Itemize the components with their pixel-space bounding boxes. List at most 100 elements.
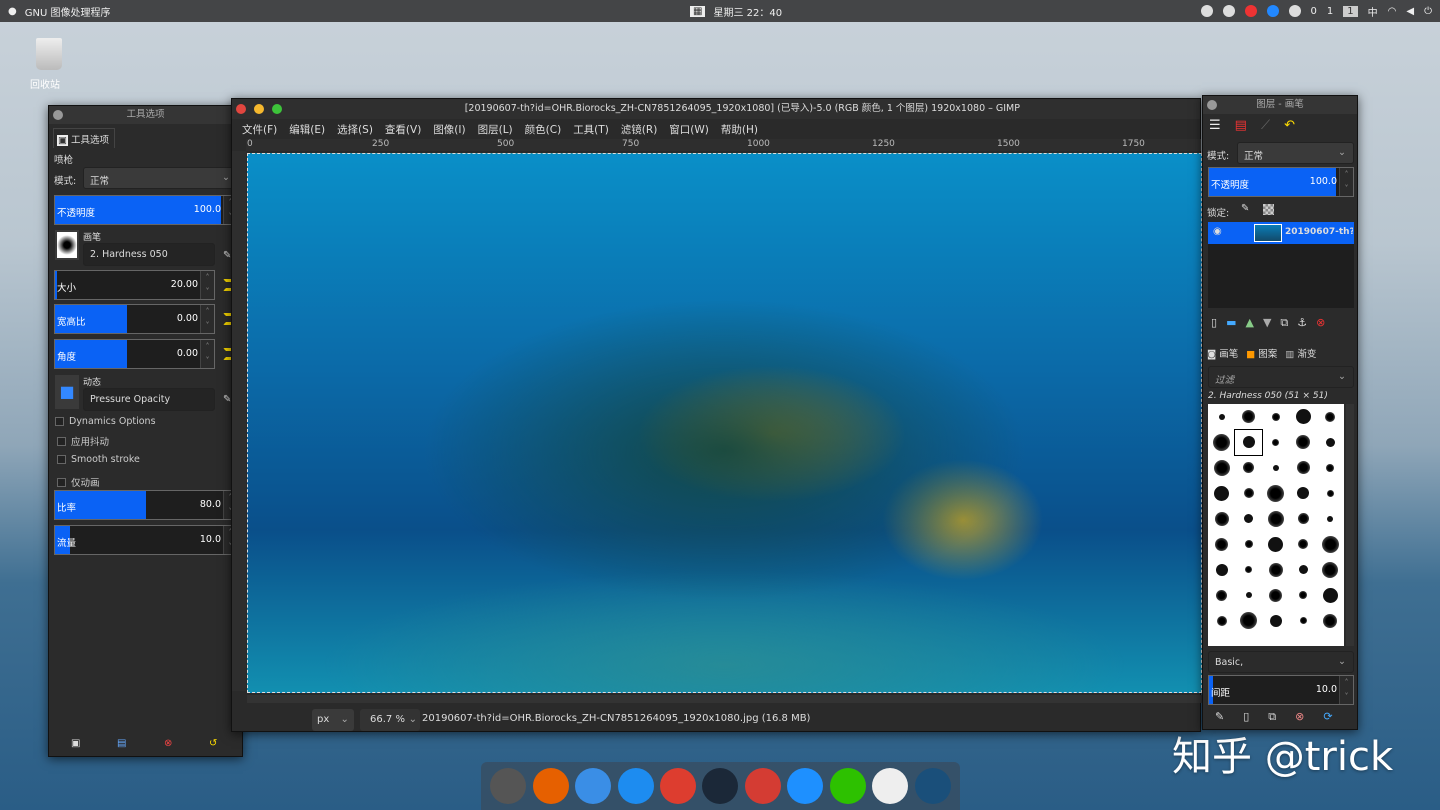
- input-method[interactable]: 中: [1368, 4, 1378, 19]
- raise-layer-icon[interactable]: ▲: [1245, 316, 1253, 330]
- steam-tray-icon[interactable]: [1222, 5, 1235, 17]
- trash-icon[interactable]: [36, 38, 62, 70]
- opacity-slider[interactable]: 不透明度100.0˄˅: [54, 195, 238, 225]
- brush-thumbnail[interactable]: [1317, 608, 1344, 634]
- tab-tool-options[interactable]: ▣ 工具选项: [53, 128, 115, 148]
- brush-thumbnail[interactable]: [1290, 532, 1317, 558]
- brush-thumbnail[interactable]: [1317, 506, 1344, 532]
- launchpad-icon[interactable]: [490, 768, 527, 804]
- netease-tray-icon[interactable]: [1244, 5, 1257, 17]
- spacing-spinner[interactable]: ˄ ˅: [1339, 676, 1353, 704]
- brush-thumbnail[interactable]: [1262, 455, 1289, 481]
- brush-thumbnail[interactable]: [1235, 506, 1262, 532]
- firefox-icon[interactable]: [532, 768, 569, 804]
- menu-view[interactable]: 查看(V): [385, 124, 421, 136]
- wechat-icon[interactable]: [829, 768, 866, 804]
- menu-edit[interactable]: 编辑(E): [289, 124, 325, 136]
- brush-thumbnail[interactable]: [1317, 404, 1344, 430]
- brush-thumbnail[interactable]: [1262, 404, 1289, 430]
- layers-tab-icon[interactable]: ☰: [1209, 118, 1221, 133]
- menu-colors[interactable]: 颜色(C): [525, 124, 562, 136]
- close-button[interactable]: [236, 104, 246, 114]
- brush-thumbnail[interactable]: [1262, 532, 1289, 558]
- horizontal-scrollbar[interactable]: [247, 695, 1202, 703]
- brush-thumbnail[interactable]: [1208, 430, 1235, 456]
- duplicate-brush-icon[interactable]: ⧉: [1268, 710, 1276, 724]
- size-spinner[interactable]: ˄ ˅: [200, 271, 214, 299]
- menu-filters[interactable]: 滤镜(R): [621, 124, 658, 136]
- save-options-icon[interactable]: ▣: [71, 738, 80, 749]
- apply-jitter-checkbox[interactable]: 应用抖动: [57, 434, 109, 448]
- brush-thumbnail[interactable]: [1262, 583, 1289, 609]
- brush-thumbnail[interactable]: [1234, 428, 1264, 456]
- netease-music-icon[interactable]: [744, 768, 781, 804]
- brush-thumbnail[interactable]: [1262, 481, 1289, 507]
- mode-select[interactable]: 正常 ⌄: [83, 167, 238, 189]
- flow-slider[interactable]: 流量10.0˄˅: [54, 525, 238, 555]
- volume-icon[interactable]: ◀: [1406, 6, 1414, 17]
- brush-thumbnail[interactable]: [1235, 583, 1262, 609]
- gimp-icon[interactable]: [914, 768, 951, 804]
- brush-thumbnail[interactable]: [1208, 455, 1235, 481]
- aspect-spinner[interactable]: ˄ ˅: [200, 305, 214, 333]
- new-layer-icon[interactable]: ▯: [1211, 316, 1217, 330]
- restore-options-icon[interactable]: ▤: [117, 738, 126, 749]
- brush-thumbnail[interactable]: [1235, 532, 1262, 558]
- duplicate-layer-icon[interactable]: ⧉: [1280, 316, 1288, 330]
- tab-brushes[interactable]: ◙ 画笔: [1207, 346, 1238, 360]
- brush-thumbnail[interactable]: [1235, 455, 1262, 481]
- cloud-tray-icon[interactable]: [1288, 5, 1301, 17]
- tab-gradients[interactable]: ▥ 渐变: [1285, 346, 1316, 360]
- minimize-button[interactable]: [254, 104, 264, 114]
- brush-thumbnail[interactable]: [1317, 481, 1344, 507]
- layer-opacity-slider[interactable]: 不透明度 100.0 ˄ ˅: [1208, 167, 1354, 197]
- brush-thumbnail[interactable]: [1290, 608, 1317, 634]
- menu-select[interactable]: 选择(S): [337, 124, 373, 136]
- lock-pixels-icon[interactable]: ✎: [1241, 203, 1249, 214]
- delete-brush-icon[interactable]: ⊗: [1295, 710, 1304, 724]
- close-button[interactable]: [1207, 100, 1217, 110]
- refresh-brushes-icon[interactable]: ⟳: [1323, 710, 1332, 724]
- brush-thumbnail[interactable]: [1235, 481, 1262, 507]
- apple-icon[interactable]: ●: [8, 6, 17, 17]
- horizontal-ruler[interactable]: 0 250 500 750 1000 1250 1500 1750: [246, 139, 1201, 151]
- steam-icon[interactable]: [702, 768, 739, 804]
- browser-tray-icon[interactable]: [1266, 5, 1279, 17]
- tag-filter-input[interactable]: 过滤 ⌄: [1208, 366, 1354, 388]
- smooth-stroke-checkbox[interactable]: Smooth stroke: [57, 454, 140, 465]
- browser-icon[interactable]: [787, 768, 824, 804]
- undo-history-tab-icon[interactable]: ↶: [1284, 118, 1295, 133]
- brush-thumbnail[interactable]: [1290, 557, 1317, 583]
- anchor-icon[interactable]: ⚓: [1297, 316, 1307, 330]
- brush-thumbnail[interactable]: [1262, 506, 1289, 532]
- brush-thumbnail[interactable]: [1317, 583, 1344, 609]
- brush-thumbnail[interactable]: [1290, 455, 1317, 481]
- brush-thumbnail[interactable]: [1235, 557, 1262, 583]
- opacity-spinner[interactable]: ˄˅: [1339, 168, 1353, 196]
- brush-thumbnail[interactable]: [1317, 455, 1344, 481]
- maximize-button[interactable]: [272, 104, 282, 114]
- wifi-icon[interactable]: ◠: [1388, 6, 1397, 17]
- brush-thumbnail[interactable]: [1290, 481, 1317, 507]
- image-canvas[interactable]: [247, 153, 1202, 693]
- brush-thumbnail[interactable]: [1208, 532, 1235, 558]
- rate-slider[interactable]: 比率80.0˄˅: [54, 490, 238, 520]
- unit-select[interactable]: px ⌄: [312, 709, 354, 731]
- brush-thumbnail[interactable]: [1262, 557, 1289, 583]
- calendar-icon[interactable]: ▦: [690, 5, 706, 17]
- brush-thumbnail[interactable]: [1208, 506, 1235, 532]
- brush-thumbnail[interactable]: [1235, 404, 1262, 430]
- brush-thumbnail[interactable]: [1208, 583, 1235, 609]
- dynamics-icon[interactable]: ■: [55, 375, 79, 409]
- size-slider[interactable]: 大小 20.00 ˄ ˅: [54, 270, 215, 300]
- close-button[interactable]: [53, 110, 63, 120]
- brush-thumbnail[interactable]: [1208, 404, 1235, 430]
- dynamics-options-expander[interactable]: Dynamics Options: [55, 416, 156, 427]
- brush-thumbnail[interactable]: [1208, 481, 1235, 507]
- brush-thumbnail[interactable]: [1290, 404, 1317, 430]
- brush-thumbnail[interactable]: [1208, 557, 1235, 583]
- spacing-slider[interactable]: 间距 10.0 ˄ ˅: [1208, 675, 1354, 705]
- reset-options-icon[interactable]: ↺: [209, 738, 217, 749]
- brush-thumbnail[interactable]: [1262, 430, 1289, 456]
- new-group-icon[interactable]: ▬: [1226, 316, 1236, 330]
